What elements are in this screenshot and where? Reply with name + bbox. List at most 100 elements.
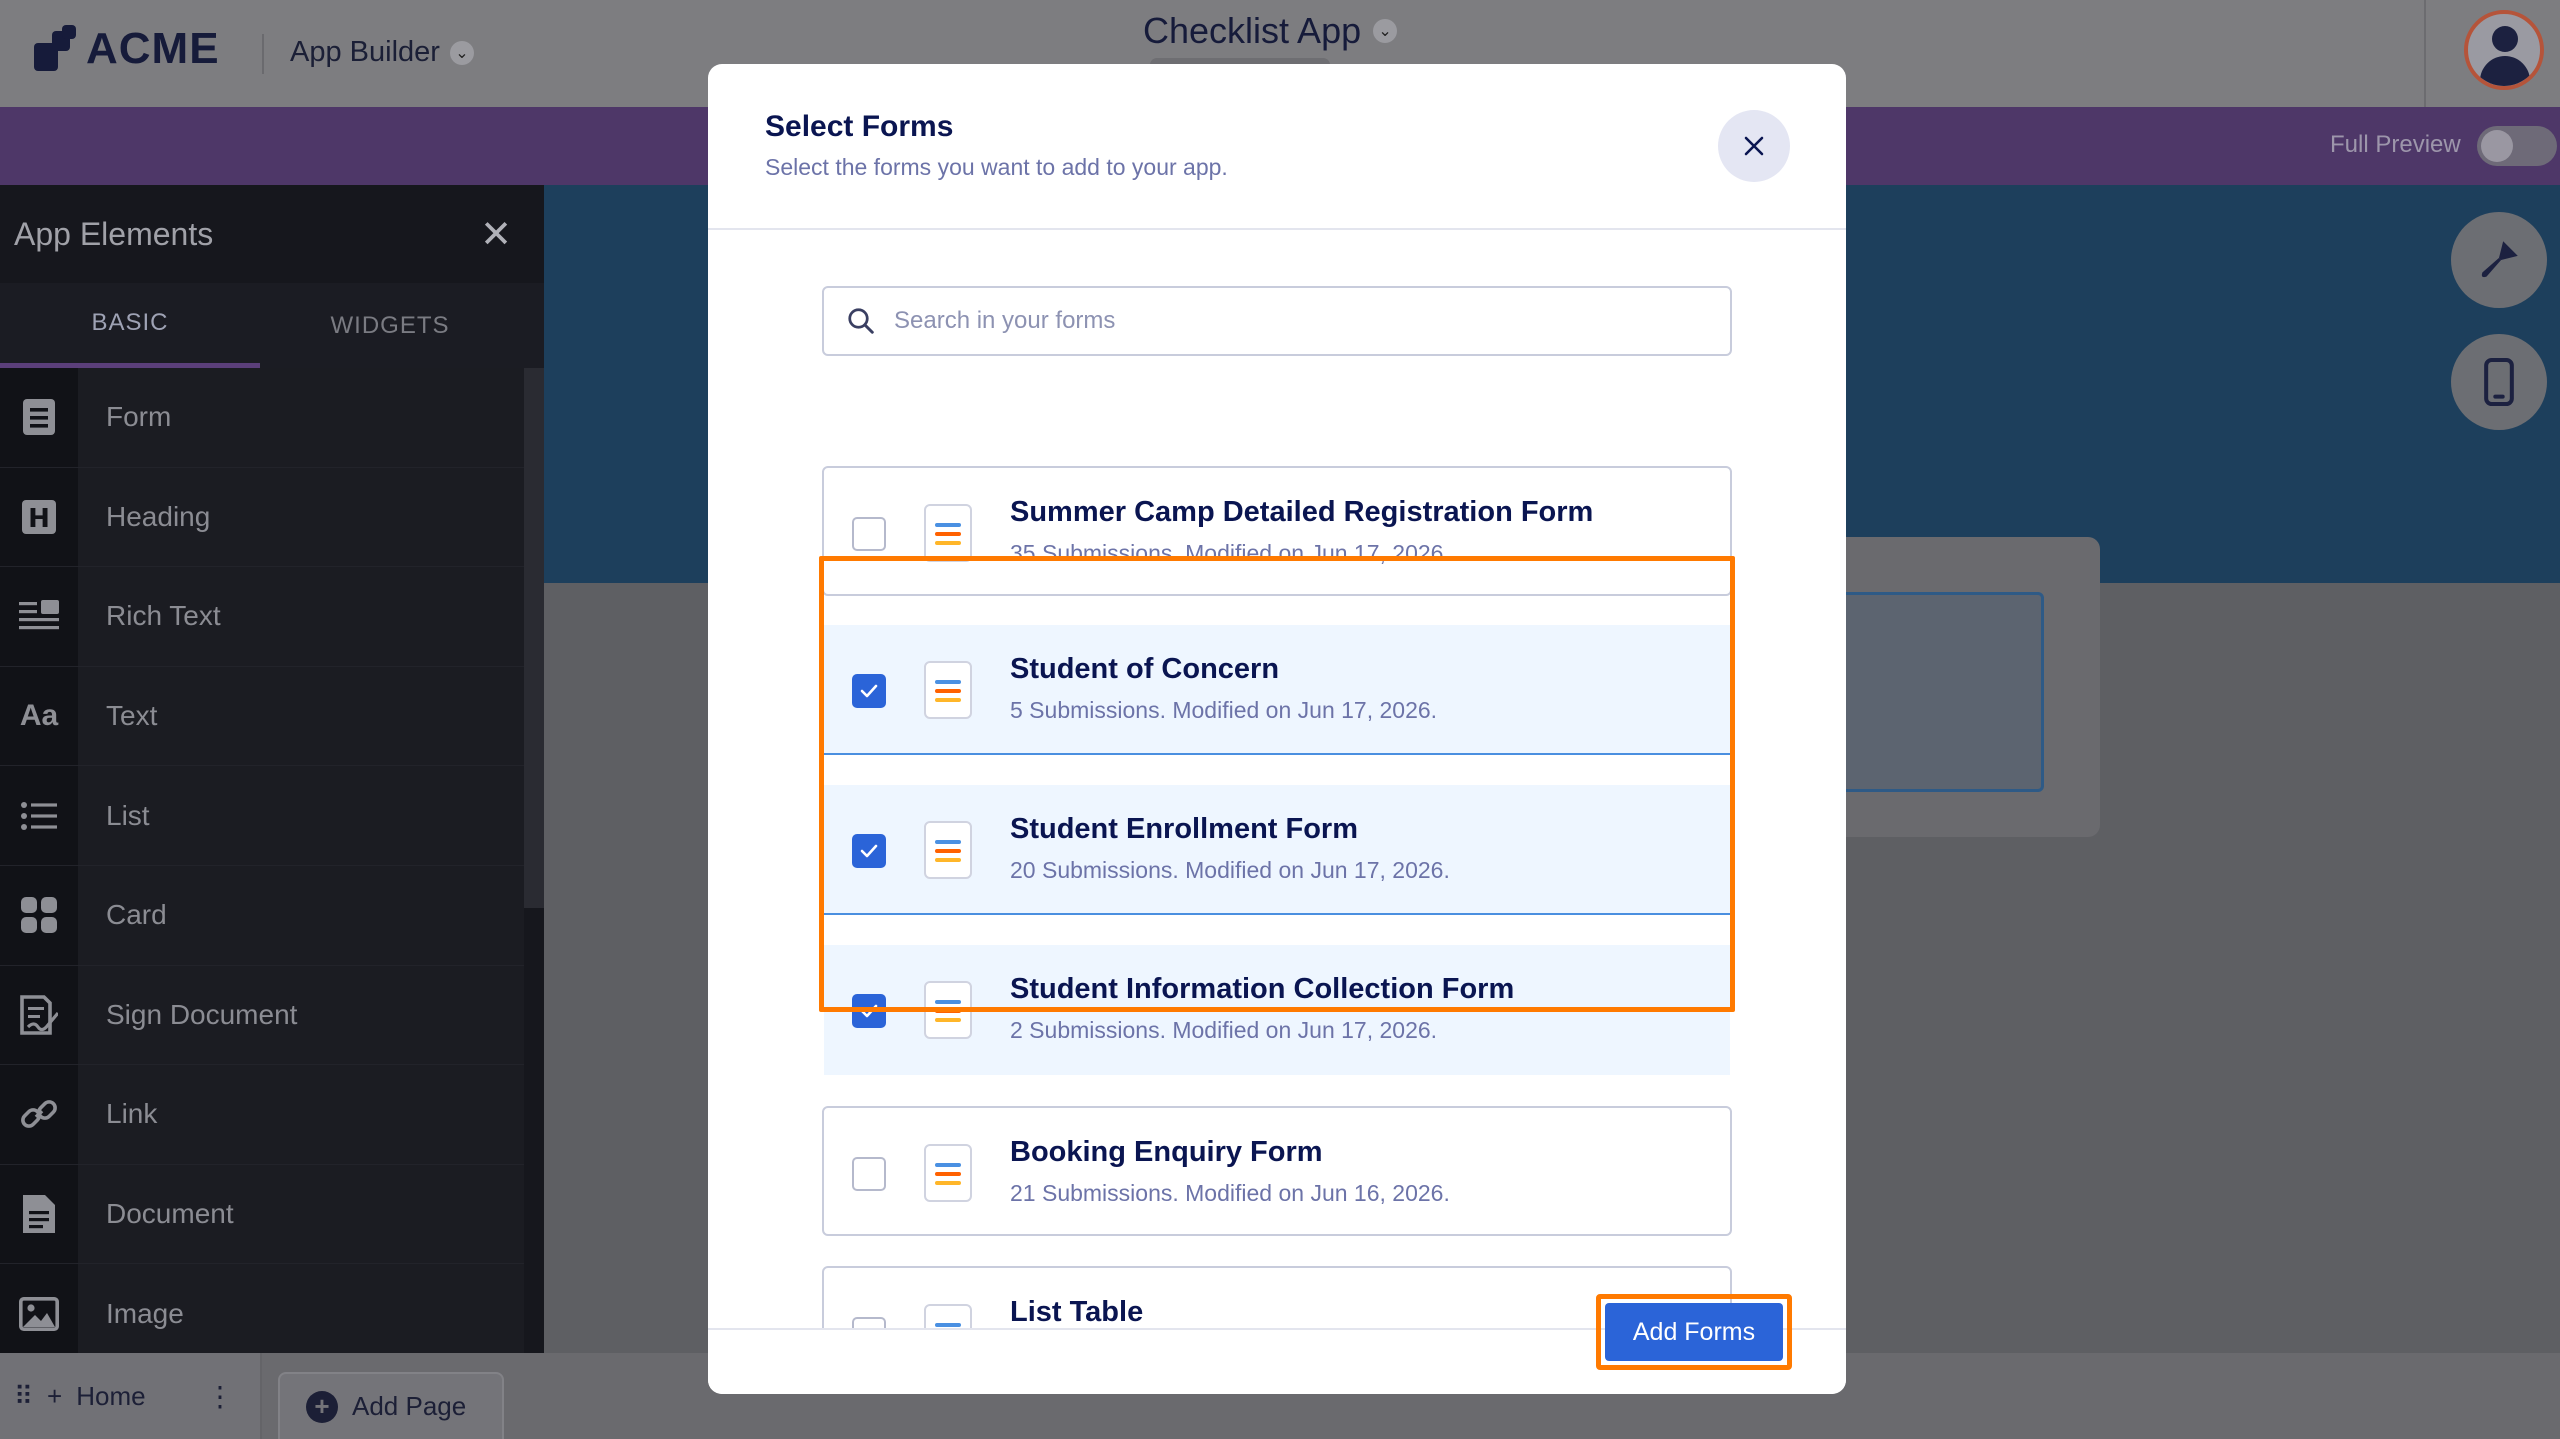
modal-header: Select Forms Select the forms you want t… (708, 64, 1846, 230)
app-builder-label: App Builder (290, 36, 440, 68)
element-label: List (106, 799, 150, 831)
svg-text:H: H (28, 504, 50, 534)
app-elements-title: App Elements (14, 215, 214, 252)
element-label: Document (106, 1198, 234, 1230)
search-box (822, 286, 1732, 356)
form-checkbox[interactable] (852, 1157, 886, 1191)
card-icon (0, 865, 78, 965)
plus-icon: + (47, 1380, 63, 1411)
element-item-document[interactable]: Document (0, 1164, 524, 1265)
checkmark-icon (860, 844, 878, 858)
element-item-text[interactable]: Aa Text (0, 666, 524, 767)
tab-widgets[interactable]: WIDGETS (260, 283, 520, 368)
logo-text: ACME (86, 24, 220, 73)
toggle-knob (2481, 130, 2513, 162)
checkmark-icon (860, 1004, 878, 1018)
document-icon (0, 1164, 78, 1264)
element-item-image[interactable]: Image (0, 1264, 524, 1364)
form-doc-icon (924, 661, 972, 719)
form-checkbox[interactable] (852, 517, 886, 551)
modal-subtitle: Select the forms you want to add to your… (765, 154, 1228, 180)
form-title: Student Enrollment Form (1010, 813, 1358, 845)
app-designer-button[interactable] (2451, 212, 2547, 308)
app-elements-header: App Elements ✕ (0, 185, 544, 283)
phone-icon (2484, 357, 2514, 407)
element-label: Image (106, 1297, 184, 1329)
page-tab-label: Home (76, 1380, 146, 1411)
form-icon (0, 368, 78, 467)
form-checkbox[interactable] (852, 674, 886, 708)
form-checkbox[interactable] (852, 1317, 886, 1328)
element-item-card[interactable]: Card (0, 865, 524, 966)
avatar-area (2424, 0, 2560, 107)
modal-close-button[interactable] (1718, 110, 1790, 182)
close-icon[interactable]: ✕ (480, 212, 512, 257)
image-icon (0, 1264, 78, 1363)
form-title: Student of Concern (1010, 653, 1280, 685)
app-title-dropdown[interactable]: Checklist App ⌄ (1143, 10, 1398, 52)
canvas-element (1836, 592, 2044, 792)
element-item-list[interactable]: List (0, 766, 524, 866)
avatar-body (2480, 56, 2530, 86)
element-item-heading[interactable]: H Heading (0, 467, 524, 568)
more-options-icon[interactable]: ⋮ (206, 1380, 234, 1413)
sidebar-scrollbar[interactable] (524, 368, 544, 908)
element-label: Text (106, 700, 158, 732)
paint-brush-icon (2481, 241, 2518, 278)
tab-basic[interactable]: BASIC (0, 283, 260, 368)
form-item[interactable]: Summer Camp Detailed Registration Form 3… (822, 466, 1732, 596)
form-meta: 20 Submissions. Modified on Jun 17, 2026… (1010, 857, 1450, 883)
sign-document-icon (0, 965, 78, 1065)
form-meta: 35 Submissions. Modified on Jun 17, 2026… (1010, 540, 1450, 566)
avatar[interactable] (2464, 10, 2544, 90)
form-doc-icon (924, 981, 972, 1039)
acme-logo[interactable]: ACME (34, 24, 220, 74)
form-meta: 2 Submissions. Modified on Jun 17, 2026. (1010, 1017, 1438, 1043)
form-meta: 21 Submissions. Modified on Jun 16, 2026… (1010, 1180, 1450, 1206)
element-tabs: BASIC WIDGETS (0, 283, 544, 368)
form-item[interactable]: Student of Concern 5 Submissions. Modifi… (824, 625, 1730, 755)
form-doc-icon (924, 504, 972, 562)
drag-handle-icon[interactable]: ⠿ (14, 1381, 33, 1412)
divider (262, 34, 264, 74)
search-input[interactable] (894, 307, 1714, 335)
element-item-link[interactable]: Link (0, 1065, 524, 1165)
text-icon: Aa (0, 666, 78, 766)
element-label: Form (106, 401, 172, 433)
form-title: List Table (1010, 1296, 1144, 1328)
full-preview-label: Full Preview (2330, 131, 2461, 158)
select-forms-modal: Select Forms Select the forms you want t… (708, 64, 1846, 1394)
element-label: Link (106, 1098, 158, 1130)
app-title: Checklist App (1143, 10, 1362, 51)
form-item[interactable]: Student Information Collection Form 2 Su… (824, 945, 1730, 1075)
rich-text-icon (0, 567, 78, 666)
element-label: Heading (106, 500, 211, 532)
close-icon (1744, 136, 1764, 156)
list-icon (0, 766, 78, 865)
form-checkbox[interactable] (852, 994, 886, 1028)
element-list: Form H Heading Rich Text Aa Text List Ca… (0, 368, 524, 1364)
element-label: Sign Document (106, 998, 298, 1030)
form-item[interactable]: Student Enrollment Form 20 Submissions. … (824, 785, 1730, 915)
form-title: Summer Camp Detailed Registration Form (1010, 496, 1594, 528)
element-item-form[interactable]: Form (0, 368, 524, 468)
page-tab-home[interactable]: ⠿ + Home ⋮ (0, 1353, 262, 1439)
mobile-preview-button[interactable] (2451, 334, 2547, 430)
form-doc-icon (924, 821, 972, 879)
form-item[interactable]: Booking Enquiry Form 21 Submissions. Mod… (822, 1106, 1732, 1236)
element-label: Rich Text (106, 600, 221, 632)
avatar-head (2492, 26, 2518, 52)
modal-title: Select Forms (765, 110, 954, 143)
full-preview-toggle[interactable] (2477, 126, 2557, 166)
add-forms-button[interactable]: Add Forms (1605, 1303, 1783, 1361)
element-item-rich-text[interactable]: Rich Text (0, 567, 524, 667)
form-title: Student Information Collection Form (1010, 973, 1515, 1005)
element-item-sign-document[interactable]: Sign Document (0, 965, 524, 1066)
form-checkbox[interactable] (852, 834, 886, 868)
form-doc-icon (924, 1304, 972, 1328)
add-page-button[interactable]: + Add Page (278, 1372, 504, 1439)
element-label: Card (106, 899, 167, 931)
add-forms-highlight: Add Forms (1596, 1294, 1792, 1370)
app-builder-dropdown[interactable]: App Builder ⌄ (290, 36, 474, 69)
app-elements-panel: App Elements ✕ BASIC WIDGETS Form H Head… (0, 185, 544, 1364)
